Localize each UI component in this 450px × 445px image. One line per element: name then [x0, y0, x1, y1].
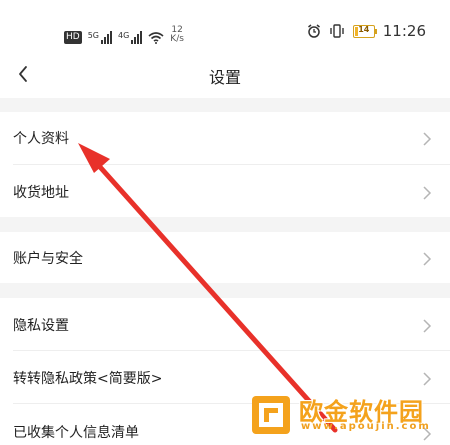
- watermark-url: www.apoujin.com: [301, 421, 431, 432]
- group-separator: [0, 217, 450, 232]
- navigation-bar: 设置: [0, 56, 450, 96]
- signal-icon: 5G: [88, 31, 112, 44]
- alarm-icon: [307, 24, 320, 38]
- speed-unit: K/s: [170, 34, 184, 44]
- settings-item-label: 隐私设置: [13, 318, 69, 334]
- settings-item-label: 收货地址: [13, 185, 69, 201]
- battery-icon: 14: [352, 24, 377, 38]
- settings-item-label: 已收集个人信息清单: [13, 425, 139, 441]
- status-bar-right: 14 11:26: [307, 22, 426, 40]
- chevron-right-icon: [422, 185, 432, 200]
- wifi-icon: [148, 32, 164, 44]
- group-separator: [0, 283, 450, 298]
- chevron-right-icon: [422, 251, 432, 266]
- watermark: 欧金软件园 www.apoujin.com: [245, 392, 450, 441]
- settings-item-privacy[interactable]: 隐私设置: [0, 298, 450, 350]
- page-title: 设置: [208, 68, 241, 87]
- watermark-logo-icon: [252, 396, 290, 434]
- chevron-right-icon: [422, 371, 432, 386]
- signal-icon: 4G: [118, 31, 143, 44]
- group-separator: [0, 98, 450, 112]
- settings-item-label: 个人资料: [13, 131, 69, 147]
- chevron-right-icon: [422, 318, 432, 333]
- status-bar: HD 5G 4G 12 K/s 14 11:26: [0, 0, 450, 56]
- status-bar-left: HD 5G 4G 12 K/s: [64, 22, 184, 44]
- hd-icon: HD: [64, 31, 82, 44]
- settings-item-label: 账户与安全: [13, 251, 83, 267]
- settings-item-label: 转转隐私政策<简要版>: [13, 371, 163, 387]
- network-speed: 12 K/s: [170, 26, 184, 44]
- network-type-label: 4G: [118, 31, 130, 40]
- clock: 11:26: [382, 22, 426, 40]
- settings-item-profile[interactable]: 个人资料: [0, 112, 450, 164]
- battery-level: 14: [358, 24, 370, 34]
- vibrate-icon: [330, 24, 344, 38]
- settings-item-address[interactable]: 收货地址: [0, 165, 450, 217]
- settings-item-account-security[interactable]: 账户与安全: [0, 232, 450, 283]
- network-type-label: 5G: [87, 31, 99, 40]
- chevron-right-icon: [422, 131, 432, 146]
